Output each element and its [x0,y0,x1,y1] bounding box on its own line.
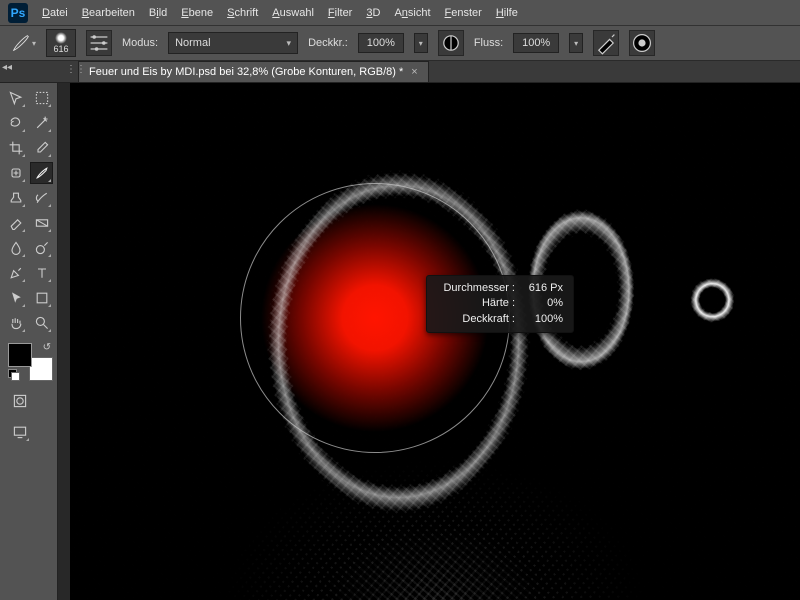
pressure-opacity-icon [439,31,463,55]
pressure-size-icon [630,31,654,55]
flow-dropdown[interactable]: ▾ [569,33,583,53]
menu-fenster[interactable]: Fenster [445,7,482,19]
close-icon[interactable]: × [411,66,417,78]
brush-icon [10,32,32,54]
brush-tool[interactable] [30,162,53,184]
wand-tool[interactable] [30,112,53,134]
sliders-icon [87,31,111,55]
flow-field[interactable]: 100% [513,33,559,53]
pen-tool[interactable] [4,262,27,284]
blend-mode-value: Normal [175,37,210,49]
blur-tool[interactable] [4,237,27,259]
lasso-tool[interactable] [4,112,27,134]
menu-datei[interactable]: Datei [42,7,68,19]
opacity-label: Deckkr.: [308,37,348,49]
brush-hud-tooltip: Durchmesser : 616 Px Härte : 0% Deckkraft … [426,275,574,333]
options-bar: ▾ 616 Modus: Normal Deckkr.: 100% ▾ Flus… [0,26,800,61]
marquee-tool[interactable] [30,87,53,109]
hud-hardness-value: 0% [521,296,563,311]
document-canvas[interactable]: Durchmesser : 616 Px Härte : 0% Deckkraft … [70,83,800,600]
history-brush-tool[interactable] [30,187,53,209]
size-pressure-button[interactable] [629,30,655,56]
menu-bild[interactable]: Bild [149,7,167,19]
default-colors-icon[interactable] [8,369,20,381]
hand-tool[interactable] [4,312,27,334]
document-tab-bar: Feuer und Eis by MDI.psd bei 32,8% (Grob… [0,61,800,83]
quickmask-row [8,390,53,412]
crop-tool[interactable] [4,137,27,159]
document-tab[interactable]: Feuer und Eis by MDI.psd bei 32,8% (Grob… [78,61,429,82]
stamp-tool[interactable] [4,187,27,209]
toolbox: ↺ [0,83,58,600]
opacity-dropdown[interactable]: ▾ [414,33,428,53]
foreground-color[interactable] [8,343,32,367]
heal-tool[interactable] [4,162,27,184]
hud-opacity-label: Deckkraft : [437,312,515,327]
tab-grip-icon: ⋮⋮ [66,64,76,80]
move-tool[interactable] [4,87,27,109]
hud-diameter-value: 616 Px [521,281,563,296]
menu-ansicht[interactable]: Ansicht [394,7,430,19]
canvas-area: Durchmesser : 616 Px Härte : 0% Deckkraft … [58,83,800,600]
screenmode-button[interactable] [8,421,31,443]
toolbox-collapse-toggle[interactable]: ◂◂ [2,62,12,73]
menu-3d[interactable]: 3D [366,7,380,19]
mode-label: Modus: [122,37,158,49]
menu-hilfe[interactable]: Hilfe [496,7,518,19]
blend-mode-select[interactable]: Normal [168,32,298,54]
gradient-tool[interactable] [30,212,53,234]
eyedropper-tool[interactable] [30,137,53,159]
current-tool-indicator[interactable]: ▾ [10,30,36,56]
menu-bar: Ps Datei Bearbeiten Bild Ebene Schrift A… [0,0,800,26]
hud-hardness-label: Härte : [437,296,515,311]
airbrush-button[interactable] [593,30,619,56]
color-swatches: ↺ [8,343,53,381]
opacity-pressure-button[interactable] [438,30,464,56]
menu-auswahl[interactable]: Auswahl [272,7,314,19]
swap-colors-icon[interactable]: ↺ [43,342,51,353]
zoom-tool[interactable] [30,312,53,334]
quickmask-button[interactable] [8,390,31,412]
app-logo: Ps [8,3,28,23]
eraser-tool[interactable] [4,212,27,234]
brush-panel-button[interactable] [86,30,112,56]
type-tool[interactable] [30,262,53,284]
menu-ebene[interactable]: Ebene [181,7,213,19]
path-select-tool[interactable] [4,287,27,309]
menu-schrift[interactable]: Schrift [227,7,258,19]
shape-tool[interactable] [30,287,53,309]
background-color[interactable] [29,357,53,381]
brush-preview-icon [55,32,67,44]
brush-preset-picker[interactable]: 616 [46,29,76,57]
hud-opacity-value: 100% [521,312,563,327]
opacity-field[interactable]: 100% [358,33,404,53]
hud-diameter-label: Durchmesser : [437,281,515,296]
menu-bearbeiten[interactable]: Bearbeiten [82,7,135,19]
menu-filter[interactable]: Filter [328,7,352,19]
dodge-tool[interactable] [30,237,53,259]
flow-label: Fluss: [474,37,503,49]
workspace: ↺ Durchmesser : 616 Px Härte : 0% Deckkraf… [0,83,800,600]
screenmode-row [8,421,53,443]
brush-size-value: 616 [53,44,68,54]
airbrush-icon [594,31,618,55]
document-tab-title: Feuer und Eis by MDI.psd bei 32,8% (Grob… [89,66,403,78]
